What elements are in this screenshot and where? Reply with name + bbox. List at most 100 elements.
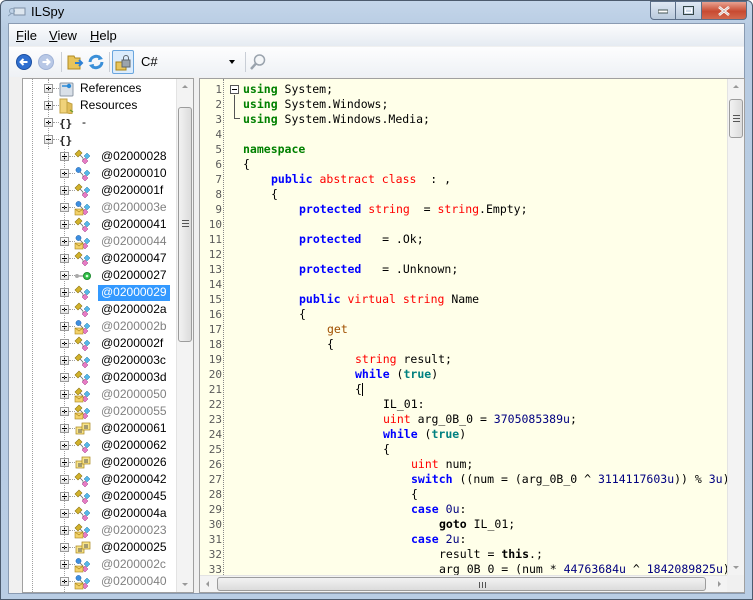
scroll-right-arrow-icon[interactable] bbox=[718, 581, 721, 587]
code-line[interactable]: uint arg_0B_0 = 3705085389u; bbox=[383, 412, 577, 427]
back-arrow-icon[interactable] bbox=[15, 53, 33, 71]
code-token: IL_01; bbox=[466, 517, 516, 531]
tree-node[interactable]: @02000045 bbox=[23, 488, 177, 505]
code-line[interactable]: while (true) bbox=[355, 367, 438, 382]
code-token: { bbox=[383, 442, 390, 456]
menu-view[interactable]: View bbox=[49, 28, 77, 43]
code-token: public bbox=[299, 292, 341, 306]
code-line[interactable]: string result; bbox=[355, 352, 452, 367]
tree-node[interactable]: @0200002b bbox=[23, 318, 177, 335]
close-button[interactable] bbox=[702, 1, 747, 20]
tree-node[interactable]: Resources bbox=[23, 97, 177, 115]
tree-node[interactable]: @02000040 bbox=[23, 573, 177, 590]
code-line[interactable]: public abstract class : , bbox=[271, 172, 451, 187]
open-folder-icon[interactable] bbox=[66, 53, 84, 71]
tree-node[interactable]: {} - bbox=[23, 114, 177, 131]
code-line[interactable]: case 2u: bbox=[411, 532, 466, 547]
code-line[interactable]: goto IL_01; bbox=[439, 517, 515, 532]
tree-node[interactable]: @0200002a bbox=[23, 301, 177, 318]
tree-node[interactable]: References bbox=[23, 80, 177, 97]
tree-vertical-scrollbar[interactable] bbox=[176, 79, 193, 592]
menu-file[interactable]: File bbox=[16, 28, 37, 43]
tree-node[interactable]: @0200001f bbox=[23, 182, 177, 199]
refresh-icon[interactable] bbox=[87, 53, 105, 71]
editor-scroll-thumb[interactable] bbox=[729, 99, 743, 138]
language-dropdown[interactable]: C# bbox=[137, 52, 239, 72]
code-line[interactable]: public virtual string Name bbox=[299, 292, 479, 307]
code-line[interactable]: { bbox=[383, 442, 390, 457]
line-number: 32 bbox=[208, 548, 222, 561]
code-token: Name bbox=[444, 292, 480, 306]
maximize-button[interactable] bbox=[676, 1, 702, 20]
code-line[interactable]: switch ((num = (arg_0B_0 ^ 3114117603u))… bbox=[411, 472, 730, 487]
tree-node[interactable]: @02000041 bbox=[23, 216, 177, 233]
tree-node[interactable]: @02000055 bbox=[23, 403, 177, 420]
fold-toggle-icon[interactable] bbox=[230, 85, 239, 94]
scroll-down-arrow-icon[interactable] bbox=[733, 566, 739, 569]
code-line[interactable]: namespace bbox=[243, 142, 305, 157]
tree-node[interactable]: @02000023 bbox=[23, 522, 177, 539]
tree-node[interactable]: @0200003c bbox=[23, 352, 177, 369]
scroll-left-arrow-icon[interactable] bbox=[206, 581, 209, 587]
tree-node[interactable]: @0200002f bbox=[23, 335, 177, 352]
code-line[interactable]: protected string = string.Empty; bbox=[299, 202, 528, 217]
scroll-up-arrow-icon[interactable] bbox=[182, 85, 188, 88]
references-icon bbox=[58, 81, 76, 97]
tree-node[interactable]: @0200003e bbox=[23, 199, 177, 216]
code-line[interactable]: { bbox=[327, 337, 334, 352]
editor-hscroll-thumb[interactable] bbox=[217, 577, 706, 591]
code-line[interactable]: protected = .Unknown; bbox=[299, 262, 458, 277]
tree-node[interactable]: @02000042 bbox=[23, 471, 177, 488]
tree-node[interactable]: @02000029 bbox=[23, 284, 177, 301]
code-line[interactable]: { bbox=[271, 187, 278, 202]
editor-vertical-scrollbar[interactable] bbox=[727, 79, 744, 575]
tree-node[interactable]: @02000047 bbox=[23, 250, 177, 267]
code-line[interactable]: { bbox=[355, 382, 363, 397]
scroll-down-arrow-icon[interactable] bbox=[182, 583, 188, 586]
language-value: C# bbox=[141, 54, 158, 69]
forward-arrow-icon[interactable] bbox=[37, 53, 55, 71]
editor-horizontal-scrollbar[interactable] bbox=[200, 575, 727, 592]
menu-help[interactable]: Help bbox=[90, 28, 117, 43]
class-icon bbox=[74, 251, 92, 267]
search-icon[interactable] bbox=[249, 53, 267, 71]
tree-node[interactable]: @02000061 bbox=[23, 420, 177, 437]
tree-node[interactable]: @02000062 bbox=[23, 437, 177, 454]
tree-node[interactable]: @02000027 bbox=[23, 267, 177, 284]
code-line[interactable]: { bbox=[299, 307, 306, 322]
line-number: 2 bbox=[215, 98, 222, 111]
class-icon bbox=[74, 336, 92, 352]
tree-node[interactable]: @02000044 bbox=[23, 233, 177, 250]
code-token: virtual string bbox=[347, 292, 445, 306]
show-internal-button[interactable] bbox=[112, 50, 134, 74]
code-line[interactable]: using System.Windows.Media; bbox=[243, 112, 430, 127]
tree-node[interactable]: @02000025 bbox=[23, 539, 177, 556]
title-bar[interactable]: ILSpy bbox=[1, 1, 752, 23]
code-editor[interactable]: 1 2 3 4 5 6 7 8 9 10 11 12 13 14 15 16 17 18 19 20 21 22 23 24 2… bbox=[199, 78, 745, 593]
code-line[interactable]: case 0u: bbox=[411, 502, 466, 517]
code-line[interactable]: using System; bbox=[243, 82, 333, 97]
code-line[interactable]: IL_01: bbox=[383, 397, 425, 412]
code-line[interactable]: uint num; bbox=[411, 457, 473, 472]
code-line[interactable]: using System.Windows; bbox=[243, 97, 388, 112]
tree-node[interactable]: @02000010 bbox=[23, 165, 177, 182]
tree-node[interactable]: {} bbox=[23, 131, 177, 148]
code-line[interactable]: protected = .Ok; bbox=[299, 232, 424, 247]
scroll-up-arrow-icon[interactable] bbox=[733, 85, 739, 88]
tree-scroll-thumb[interactable] bbox=[178, 107, 192, 342]
tree-node[interactable]: @0200003d bbox=[23, 369, 177, 386]
tree-node[interactable]: @0200002c bbox=[23, 556, 177, 573]
code-line[interactable]: result = this.; bbox=[439, 547, 543, 562]
tree-node[interactable]: @02000028 bbox=[23, 148, 177, 165]
minimize-button[interactable] bbox=[650, 1, 676, 20]
assembly-tree[interactable]: References Resources{} -{} @02000028 @020000… bbox=[22, 78, 194, 593]
code-line[interactable]: get bbox=[327, 322, 348, 337]
code-line[interactable]: while (true) bbox=[383, 427, 466, 442]
tree-node[interactable]: @02000050 bbox=[23, 386, 177, 403]
code-line[interactable]: { bbox=[243, 157, 250, 172]
tree-node-label: @02000028 bbox=[101, 149, 167, 163]
tree-node[interactable]: @0200004a bbox=[23, 505, 177, 522]
code-line[interactable]: { bbox=[411, 487, 418, 502]
app-icon bbox=[8, 7, 26, 17]
tree-node[interactable]: @02000026 bbox=[23, 454, 177, 471]
